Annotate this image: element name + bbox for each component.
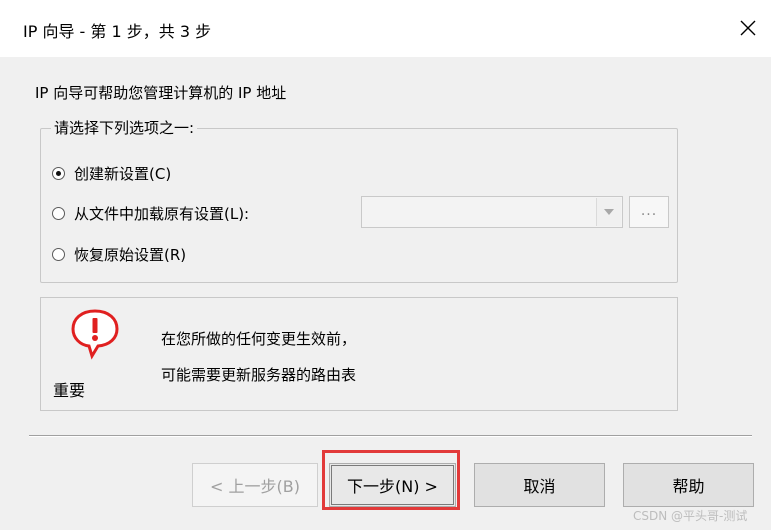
option-load-from-file-label: 从文件中加载原有设置(L): xyxy=(74,205,250,223)
intro-text: IP 向导可帮助您管理计算机的 IP 地址 xyxy=(35,84,287,102)
option-restore-original[interactable]: 恢复原始设置(R) xyxy=(52,244,186,265)
options-group: 请选择下列选项之一: 创建新设置(C) 从文件中加载原有设置(L): 恢复原始设… xyxy=(40,119,678,283)
radio-load-from-file[interactable] xyxy=(52,207,65,220)
close-button[interactable] xyxy=(728,10,768,46)
radio-create-new[interactable] xyxy=(52,167,65,180)
warning-box: 重要 在您所做的任何变更生效前， 可能需要更新服务器的路由表 xyxy=(40,297,678,411)
option-restore-original-label: 恢复原始设置(R) xyxy=(74,246,187,264)
dialog-body: IP 向导可帮助您管理计算机的 IP 地址 请选择下列选项之一: 创建新设置(C… xyxy=(0,57,771,530)
option-create-new-label: 创建新设置(C) xyxy=(74,165,172,183)
help-button[interactable]: 帮助 xyxy=(623,463,754,507)
chevron-down-icon xyxy=(604,209,614,215)
radio-restore-original[interactable] xyxy=(52,248,65,261)
warning-speech-bubble-icon xyxy=(71,309,119,360)
warning-line-2: 可能需要更新服务器的路由表 xyxy=(161,366,357,384)
next-button[interactable]: 下一步(N) > xyxy=(329,463,456,507)
warning-title: 重要 xyxy=(53,381,86,400)
watermark: CSDN @平头哥-测试 xyxy=(633,509,748,523)
file-select-dropdown-button[interactable] xyxy=(596,198,621,226)
cancel-button[interactable]: 取消 xyxy=(474,463,605,507)
back-button[interactable]: < 上一步(B) xyxy=(192,463,318,507)
window-title: IP 向导 - 第 1 步，共 3 步 xyxy=(23,22,212,41)
warning-line-1: 在您所做的任何变更生效前， xyxy=(161,330,357,348)
close-icon xyxy=(740,20,756,36)
option-load-from-file[interactable]: 从文件中加载原有设置(L): xyxy=(52,203,249,224)
file-select[interactable] xyxy=(361,196,623,228)
browse-button[interactable]: ... xyxy=(629,196,669,228)
option-create-new[interactable]: 创建新设置(C) xyxy=(52,163,171,184)
title-bar: IP 向导 - 第 1 步，共 3 步 xyxy=(0,0,771,57)
options-group-legend: 请选择下列选项之一: xyxy=(51,119,198,137)
separator xyxy=(29,435,752,437)
